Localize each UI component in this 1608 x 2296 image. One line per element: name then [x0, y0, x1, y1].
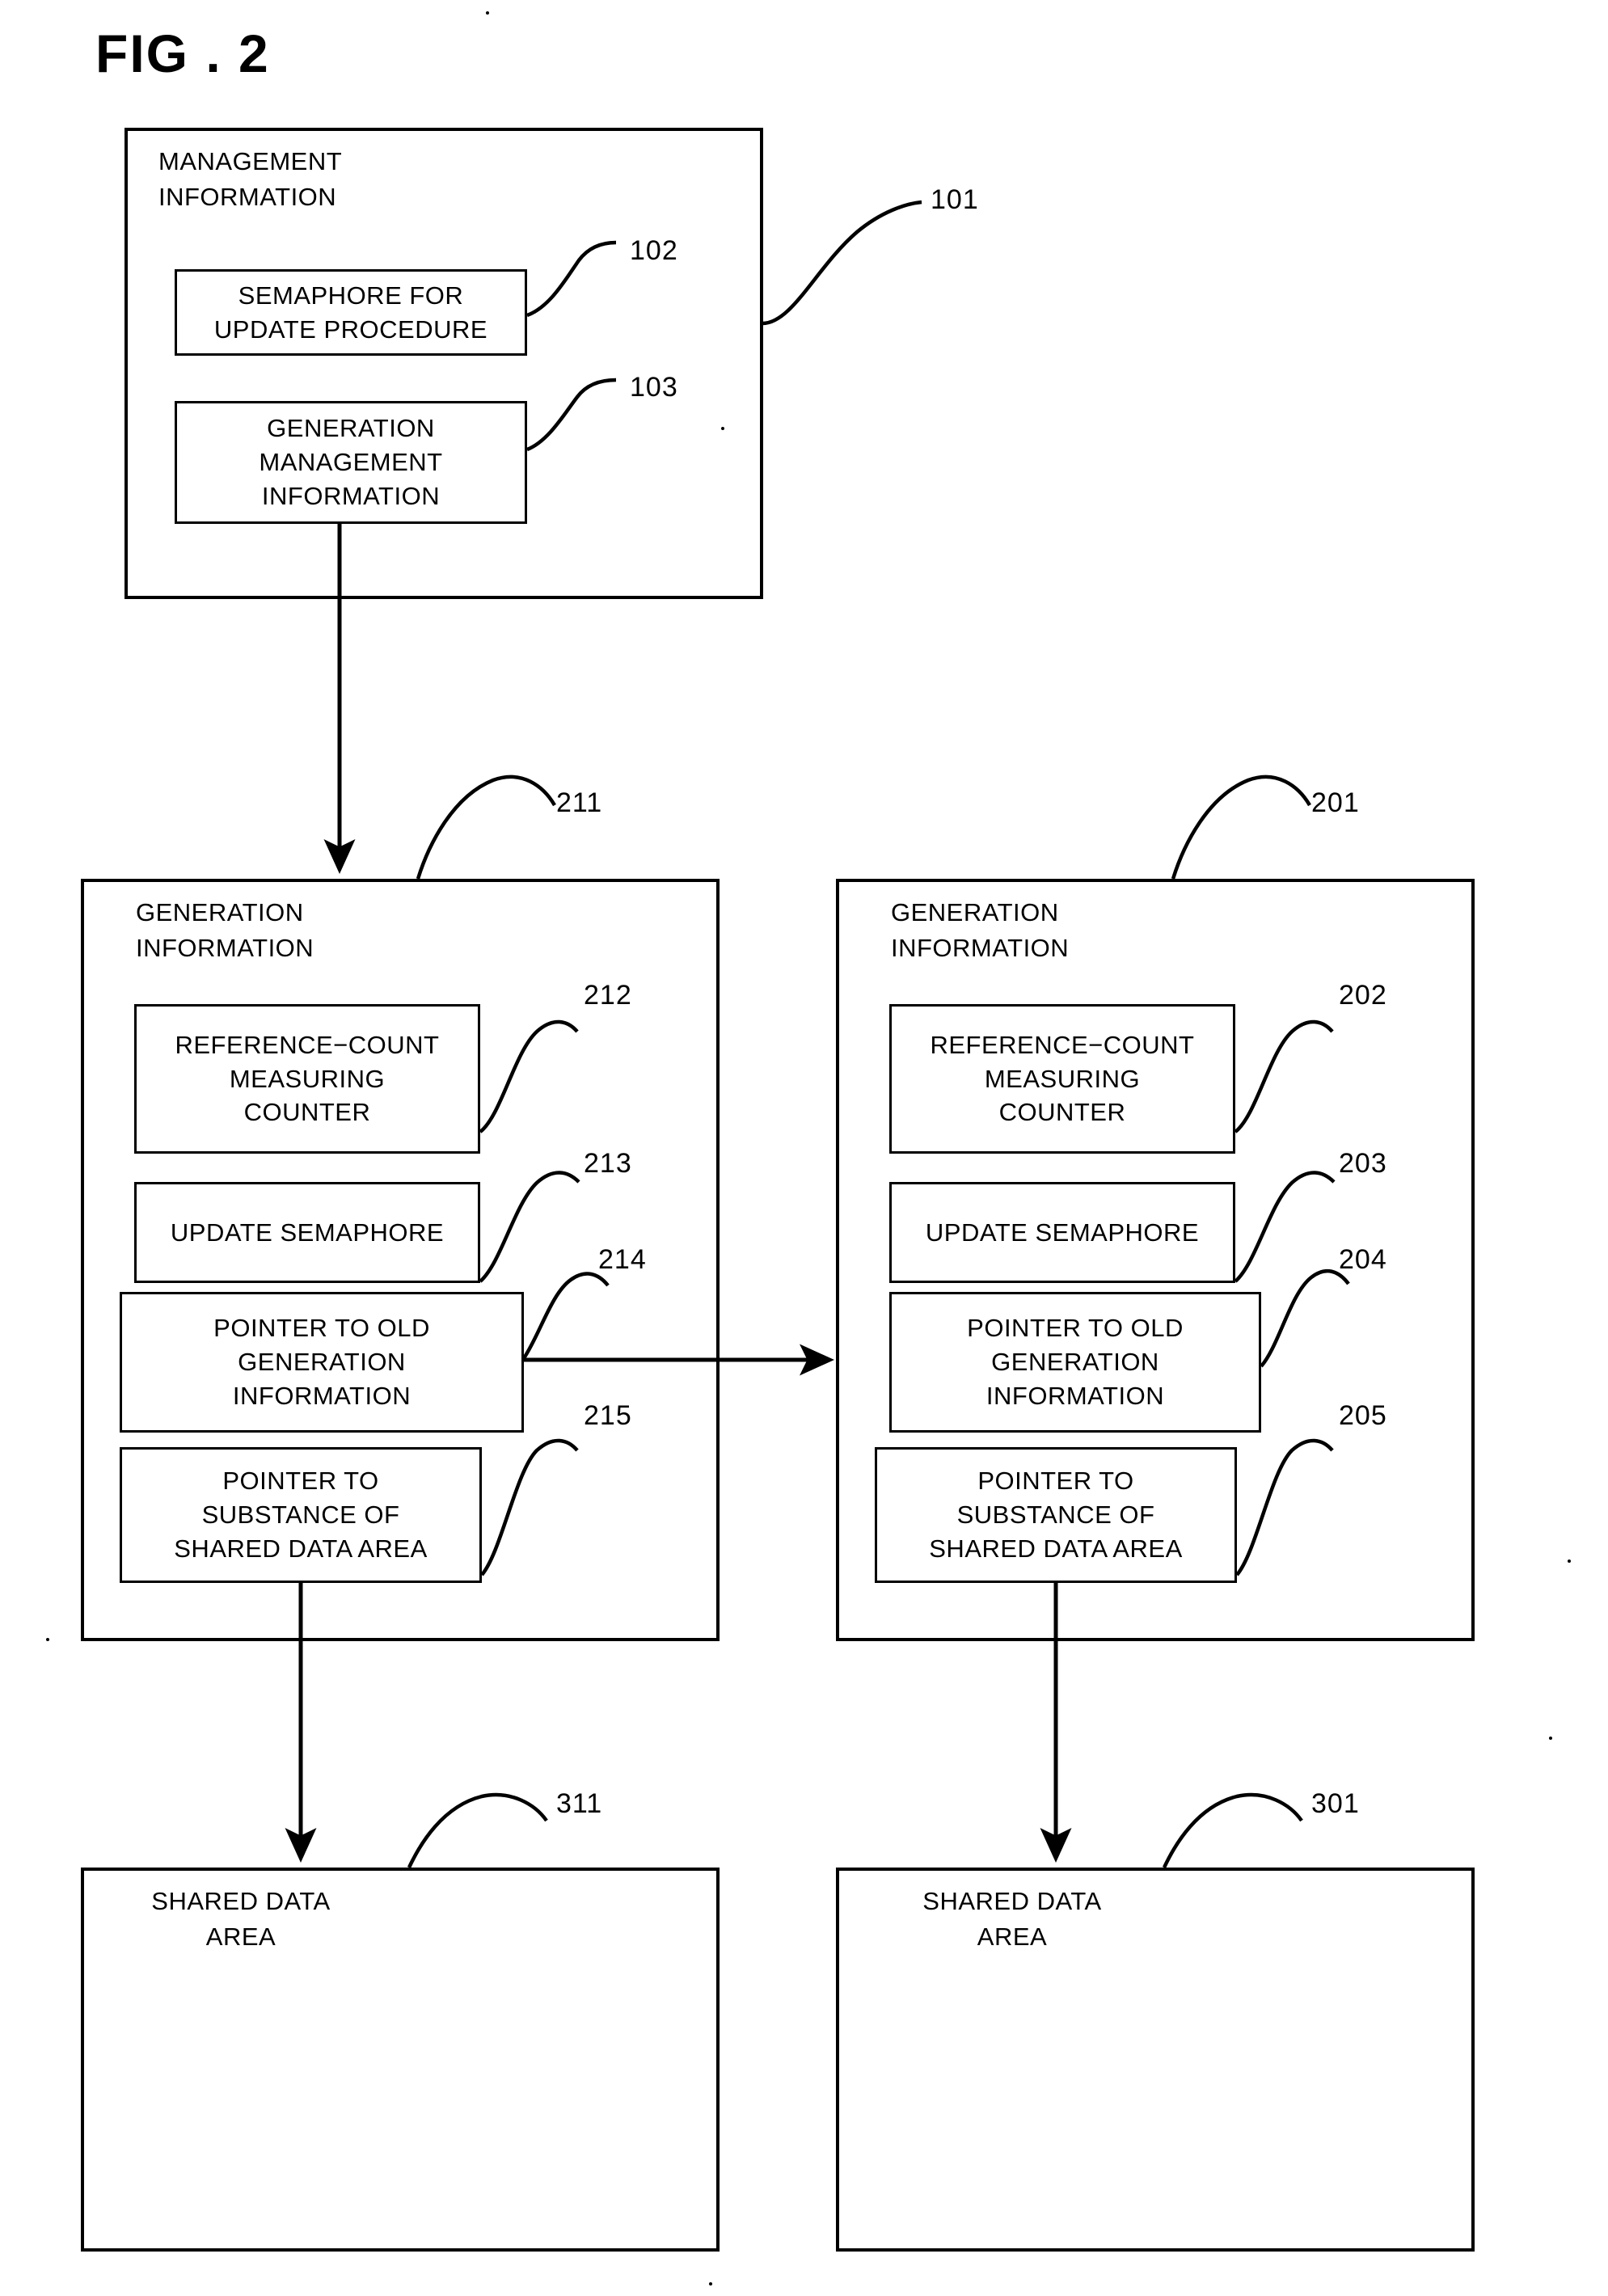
ref-numeral-203: 203: [1339, 1148, 1387, 1179]
ref-numeral-204: 204: [1339, 1244, 1387, 1275]
update-semaphore-right-box: UPDATE SEMAPHORE: [889, 1182, 1235, 1283]
ref-numeral-201: 201: [1311, 787, 1360, 818]
shared-data-area-right-heading: SHARED DATA AREA: [922, 1887, 1102, 1952]
ref-numeral-215: 215: [584, 1400, 632, 1431]
update-semaphore-right-label: UPDATE SEMAPHORE: [925, 1218, 1200, 1247]
scan-speck: [486, 11, 489, 15]
pointer-to-substance-shared-data-area-right-label: POINTER TO SUBSTANCE OF SHARED DATA AREA: [929, 1467, 1183, 1563]
ref-numeral-101: 101: [931, 184, 979, 215]
leader-line-211: [416, 774, 556, 880]
semaphore-for-update-procedure-box: SEMAPHORE FOR UPDATE PROCEDURE: [175, 269, 527, 356]
scan-speck: [46, 1638, 49, 1641]
ref-numeral-311: 311: [556, 1788, 603, 1819]
generation-information-right-heading: GENERATION INFORMATION: [891, 898, 1070, 963]
ref-numeral-212: 212: [584, 980, 632, 1011]
pointer-to-old-generation-information-right-label: POINTER TO OLD GENERATION INFORMATION: [967, 1314, 1184, 1410]
ref-numeral-102: 102: [630, 235, 678, 266]
reference-count-measuring-counter-left-label: REFERENCE−COUNT MEASURING COUNTER: [175, 1030, 440, 1127]
leader-line-201: [1171, 774, 1311, 880]
ref-numeral-103: 103: [630, 372, 678, 403]
ref-numeral-301: 301: [1311, 1788, 1360, 1819]
ref-numeral-211: 211: [556, 787, 603, 818]
shared-data-area-left-heading: SHARED DATA AREA: [151, 1887, 331, 1952]
reference-count-measuring-counter-right-box: REFERENCE−COUNT MEASURING COUNTER: [889, 1004, 1235, 1154]
ref-numeral-214: 214: [598, 1244, 647, 1275]
leader-line-311: [407, 1792, 548, 1868]
pointer-to-substance-shared-data-area-left-label: POINTER TO SUBSTANCE OF SHARED DATA AREA: [174, 1467, 428, 1563]
generation-management-information-box: GENERATION MANAGEMENT INFORMATION: [175, 401, 527, 524]
generation-information-left-heading: GENERATION INFORMATION: [136, 898, 314, 963]
pointer-to-old-generation-information-left-label: POINTER TO OLD GENERATION INFORMATION: [213, 1314, 430, 1410]
pointer-to-substance-shared-data-area-left-box: POINTER TO SUBSTANCE OF SHARED DATA AREA: [120, 1447, 482, 1583]
patent-figure-page: FIG . 2 MANAGEMENT INFORMATION SEMAPHORE…: [0, 0, 1608, 2296]
pointer-to-substance-shared-data-area-right-box: POINTER TO SUBSTANCE OF SHARED DATA AREA: [875, 1447, 1237, 1583]
leader-line-301: [1162, 1792, 1303, 1868]
scan-speck: [1549, 1737, 1552, 1740]
figure-title: FIG . 2: [95, 23, 270, 83]
ref-numeral-205: 205: [1339, 1400, 1387, 1431]
reference-count-measuring-counter-right-label: REFERENCE−COUNT MEASURING COUNTER: [930, 1030, 1195, 1127]
scan-speck: [709, 2282, 712, 2285]
update-semaphore-left-box: UPDATE SEMAPHORE: [134, 1182, 480, 1283]
pointer-to-old-generation-information-left-box: POINTER TO OLD GENERATION INFORMATION: [120, 1292, 524, 1433]
update-semaphore-left-label: UPDATE SEMAPHORE: [170, 1218, 445, 1247]
scan-speck: [721, 427, 724, 430]
ref-numeral-213: 213: [584, 1148, 632, 1179]
generation-management-information-label: GENERATION MANAGEMENT INFORMATION: [259, 414, 443, 510]
management-information-heading: MANAGEMENT INFORMATION: [158, 147, 343, 212]
reference-count-measuring-counter-left-box: REFERENCE−COUNT MEASURING COUNTER: [134, 1004, 480, 1154]
leader-line-101: [762, 200, 922, 326]
scan-speck: [1568, 1560, 1571, 1563]
ref-numeral-202: 202: [1339, 980, 1387, 1011]
semaphore-for-update-procedure-label: SEMAPHORE FOR UPDATE PROCEDURE: [213, 281, 488, 344]
pointer-to-old-generation-information-right-box: POINTER TO OLD GENERATION INFORMATION: [889, 1292, 1261, 1433]
